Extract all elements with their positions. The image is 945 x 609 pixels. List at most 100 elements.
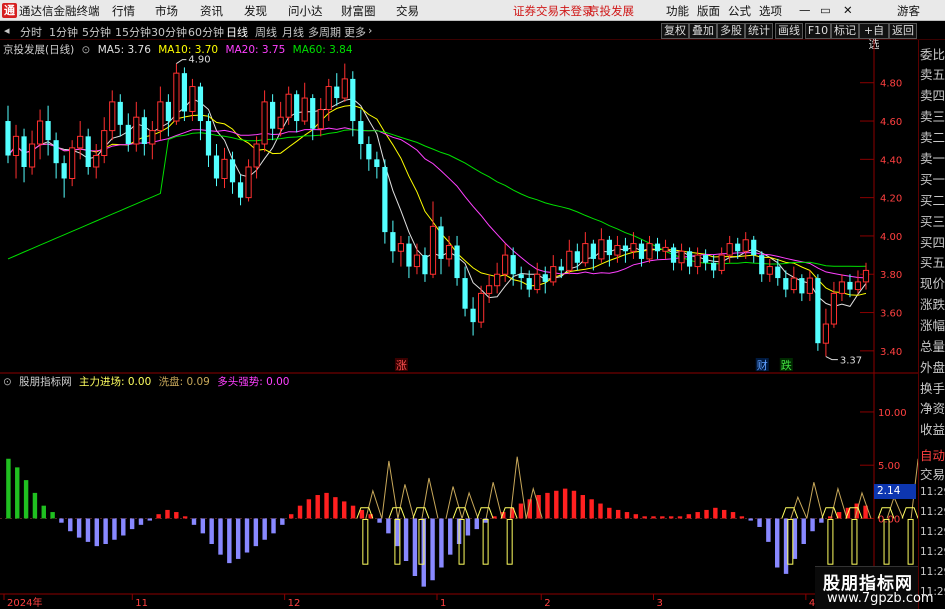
tab-60min[interactable]: 60分钟 xyxy=(188,24,224,40)
close-icon[interactable]: ✕ xyxy=(843,3,853,17)
sidebar-label: 买五 xyxy=(920,255,945,270)
menu-market[interactable]: 市场 xyxy=(155,3,178,19)
menu-wealth-circle[interactable]: 财富圈 xyxy=(341,3,376,19)
sidebar-trade-label[interactable]: 交易 xyxy=(920,464,945,483)
candle-body-up xyxy=(830,292,838,325)
main-legend: 京投发展(日线) ⊙ MA5: 3.76 MA10: 3.70 MA20: 3.… xyxy=(3,42,357,57)
restore-icon[interactable]: ▭ xyxy=(820,3,831,17)
candle-body-down xyxy=(45,121,51,141)
candle-body-up xyxy=(582,243,589,264)
main-force-bar xyxy=(506,518,513,565)
btn-add-favorite[interactable]: +自选 xyxy=(859,23,889,51)
user-guest[interactable]: 游客 xyxy=(897,3,920,19)
candle-body-down xyxy=(229,159,236,183)
tab-weekly[interactable]: 周线 xyxy=(255,24,277,40)
main-force-bar xyxy=(827,518,834,565)
kline-chart[interactable]: 3.403.603.804.004.204.404.604.800.005.00… xyxy=(0,40,918,609)
candle-body-up xyxy=(566,250,573,271)
candle-body-up xyxy=(678,250,685,264)
more-chevron-icon[interactable]: › xyxy=(368,24,372,37)
tab-5min[interactable]: 5分钟 xyxy=(82,24,111,40)
tab-more[interactable]: 更多 xyxy=(344,24,366,40)
candle-body-up xyxy=(221,158,228,179)
candle-body-down xyxy=(686,251,693,267)
candle-body-down xyxy=(53,140,59,164)
indicator-tick-label: 5.00 xyxy=(878,461,900,472)
ma60-value: MA60: 3.84 xyxy=(292,44,353,56)
menu-quotes[interactable]: 行情 xyxy=(112,3,135,19)
indicator-settings-icon[interactable]: ⊙ xyxy=(3,376,12,388)
login-notice[interactable]: 证券交易未登录 xyxy=(513,3,594,19)
site-watermark: 股朋指标网 www.7gpzb.com xyxy=(815,566,934,609)
main-force-bar xyxy=(482,518,489,565)
sidebar-label: 卖一 xyxy=(920,151,945,166)
btn-adjust[interactable]: 复权 xyxy=(661,23,689,39)
legend-settings-icon[interactable]: ⊙ xyxy=(82,44,91,56)
tab-1min[interactable]: 1分钟 xyxy=(49,24,78,40)
wash-value: 洗盘: 0.09 xyxy=(158,376,210,388)
candle-body-down xyxy=(622,245,629,252)
candle-body-down xyxy=(205,121,212,156)
candle-body-down xyxy=(181,73,188,112)
menu-trade[interactable]: 交易 xyxy=(396,3,419,19)
sidebar-label: 卖三 xyxy=(920,109,945,124)
menu-layout[interactable]: 版面 xyxy=(697,3,720,19)
btn-mark[interactable]: 标记 xyxy=(831,23,859,39)
candle-body-up xyxy=(598,239,605,260)
sidebar-time: 11:29 xyxy=(920,486,945,498)
wash-peak xyxy=(461,491,479,519)
sidebar-label: 外盘 xyxy=(920,360,945,375)
candle-body-up xyxy=(726,243,733,256)
candle-body-down xyxy=(374,159,380,167)
sidebar-label: 涨幅 xyxy=(920,318,945,333)
sidebar-label: 净资 xyxy=(920,401,945,416)
candle-body-down xyxy=(382,166,388,233)
btn-back[interactable]: 返回 xyxy=(889,23,917,39)
toolbar-left-arrow-icon[interactable]: ◂ xyxy=(4,24,10,37)
candle-body-down xyxy=(510,255,516,275)
sidebar-label: 换手 xyxy=(920,381,945,396)
menu-news[interactable]: 资讯 xyxy=(200,3,223,19)
candle-body-up xyxy=(614,245,621,256)
candle-body-up xyxy=(494,273,501,287)
menu-discover[interactable]: 发现 xyxy=(244,3,267,19)
sidebar-auto-label[interactable]: 自动 xyxy=(920,445,945,464)
indicator-legend: ⊙ 股朋指标网 主力进场: 0.00 洗盘: 0.09 多头强势: 0.00 xyxy=(3,374,293,389)
bull-trend-value: 多头强势: 0.00 xyxy=(217,376,290,388)
sidebar-time: 11:29 xyxy=(920,566,945,578)
tab-30min[interactable]: 30分钟 xyxy=(151,24,187,40)
sidebar-label: 卖四 xyxy=(920,88,945,103)
candle-body-up xyxy=(245,166,252,199)
candle-body-up xyxy=(630,243,637,252)
tab-multi-period[interactable]: 多周期 xyxy=(308,24,341,40)
sidebar-label: 买三 xyxy=(920,214,945,229)
btn-draw-line[interactable]: 画线 xyxy=(775,23,803,39)
menu-options[interactable]: 选项 xyxy=(759,3,782,19)
minimize-icon[interactable]: — xyxy=(799,3,811,17)
tab-15min[interactable]: 15分钟 xyxy=(115,24,151,40)
ma5-value: MA5: 3.76 xyxy=(97,44,151,56)
event-marker-1: 财 xyxy=(757,358,768,372)
menu-formula[interactable]: 公式 xyxy=(728,3,751,19)
candle-body-up xyxy=(261,101,268,145)
tab-monthly[interactable]: 月线 xyxy=(282,24,304,40)
menu-function[interactable]: 功能 xyxy=(666,3,689,19)
candle-body-up xyxy=(502,254,509,275)
tab-daily[interactable]: 日线 xyxy=(226,24,248,40)
candle-body-down xyxy=(85,136,91,167)
tab-intraday[interactable]: 分时 xyxy=(20,24,42,40)
price-tick-label: 4.60 xyxy=(880,117,902,128)
candle-body-up xyxy=(36,120,44,145)
candle-body-up xyxy=(77,135,84,149)
indicator-tick-label: 10.00 xyxy=(878,408,907,419)
menu-ask[interactable]: 问小达 xyxy=(288,3,323,19)
candle-body-down xyxy=(213,155,220,179)
candle-body-up xyxy=(301,97,308,122)
btn-overlay[interactable]: 叠加 xyxy=(689,23,717,39)
btn-statistics[interactable]: 统计 xyxy=(745,23,773,39)
candle-body-up xyxy=(325,86,332,111)
btn-f10[interactable]: F10 xyxy=(805,23,831,39)
btn-multi-stock[interactable]: 多股 xyxy=(717,23,745,39)
candle-body-down xyxy=(711,262,717,271)
candle-body-down xyxy=(638,243,645,259)
